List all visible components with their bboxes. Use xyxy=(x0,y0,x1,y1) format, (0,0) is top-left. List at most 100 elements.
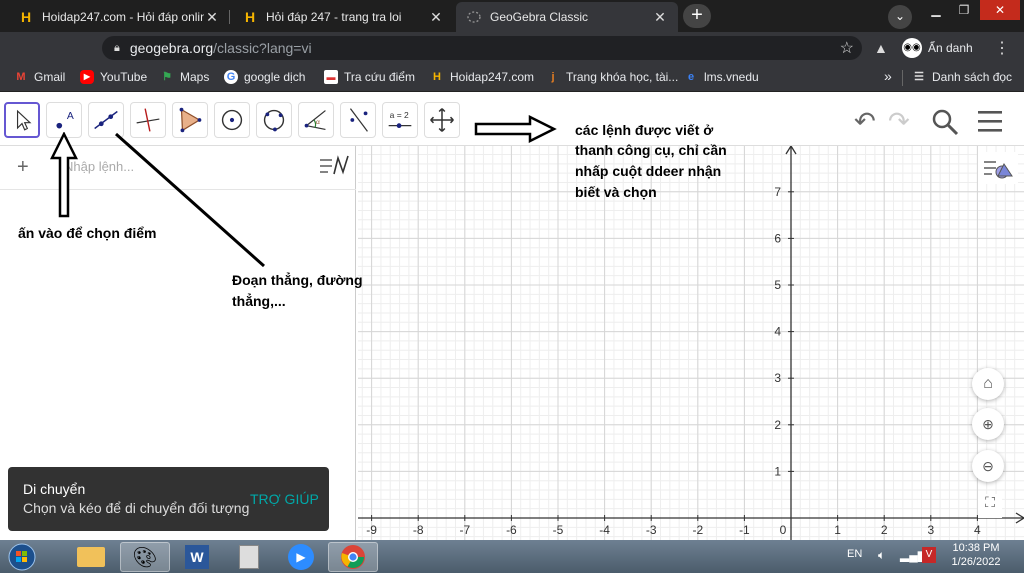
redo-icon[interactable]: ↷ xyxy=(888,106,910,137)
tool-move[interactable] xyxy=(4,102,40,138)
y-tick-label: 1 xyxy=(774,464,781,478)
bookmark-youtube[interactable]: ▶ YouTube xyxy=(80,70,147,84)
bookmark-maps[interactable]: ⚑ Maps xyxy=(160,70,209,84)
youtube-icon: ▶ xyxy=(80,70,94,84)
hoidap-icon: H xyxy=(20,9,32,25)
close-icon[interactable]: ✕ xyxy=(652,9,668,26)
language-indicator[interactable]: EN xyxy=(847,548,862,560)
new-tab-button[interactable]: + xyxy=(683,4,711,28)
extension-icon[interactable]: ▲ xyxy=(874,40,888,56)
svg-text:α: α xyxy=(316,119,320,126)
add-icon[interactable]: + xyxy=(17,156,29,179)
algebra-style-icon[interactable] xyxy=(318,152,352,180)
svg-text:a = 2: a = 2 xyxy=(390,110,409,120)
x-tick-label: -7 xyxy=(459,523,470,537)
star-icon[interactable]: ☆ xyxy=(840,38,854,58)
zoom-in-button[interactable]: ⊕ xyxy=(972,408,1004,440)
tool-reflect[interactable] xyxy=(340,102,376,138)
taskbar-chrome[interactable] xyxy=(328,542,378,572)
antivirus-icon[interactable]: V xyxy=(922,547,936,563)
tab-geogebra[interactable]: GeoGebra Classic ✕ xyxy=(456,2,678,32)
bookmark-label: Maps xyxy=(180,70,210,84)
address-bar-row: ← → ↻ 🔒︎ geogebra.org /classic?lang=vi ☆… xyxy=(0,32,1024,89)
bookmark-label: YouTube xyxy=(100,70,148,84)
taskbar-zoom[interactable]: ▶ xyxy=(276,542,326,572)
browser-tab-bar: H Hoidap247.com - Hỏi đáp online ✕ H Hỏi… xyxy=(0,0,1024,32)
profile-label: Ẩn danh xyxy=(928,41,973,55)
bookmark-label: lms.vnedu xyxy=(704,70,759,84)
bookmark-label: Tra cứu điểm xyxy=(344,70,415,84)
y-tick-label: 7 xyxy=(774,185,781,199)
tool-angle[interactable]: α xyxy=(298,102,334,138)
home-view-button[interactable]: ⌂ xyxy=(972,368,1004,400)
tool-move-graphics[interactable] xyxy=(424,102,460,138)
hamburger-menu-icon[interactable] xyxy=(976,109,1004,133)
reading-list[interactable]: ☰ Danh sách đọc xyxy=(912,70,1012,84)
x-tick-label: -8 xyxy=(413,523,424,537)
taskbar-file-explorer[interactable] xyxy=(66,542,116,572)
close-icon[interactable]: ✕ xyxy=(428,9,444,26)
tab-title: Hoidap247.com - Hỏi đáp online xyxy=(42,10,204,24)
y-tick-label: 3 xyxy=(774,371,781,385)
reflect-icon xyxy=(349,108,368,132)
bookmark-tra-cuu-diem[interactable]: ▬ Tra cứu điểm xyxy=(324,70,415,84)
undo-icon[interactable]: ↶ xyxy=(854,106,876,137)
bookmark-trang-khoa-hoc[interactable]: j Trang khóa học, tài... xyxy=(546,70,678,84)
bookmarks-more[interactable]: » xyxy=(884,68,892,84)
x-tick-label: -9 xyxy=(366,523,377,537)
annotation-commands-1: các lệnh được viết ở xyxy=(575,122,714,138)
y-tick-label: 5 xyxy=(774,278,781,292)
coordinate-grid[interactable]: -9 -8 -7 -6 -5 -4 -3 -2 -1 0 1 2 3 4 7 6 5 4 3 2 1 xyxy=(358,146,1024,542)
folder-icon xyxy=(77,547,105,567)
incognito-icon: ◉◉ xyxy=(902,38,922,58)
search-icon[interactable] xyxy=(930,108,962,136)
bookmark-hoidap247[interactable]: H Hoidap247.com xyxy=(430,70,534,84)
minimize-button[interactable]: ▁ xyxy=(922,0,950,20)
taskbar-paint[interactable]: 🎨︎ xyxy=(120,542,170,572)
graphics-view[interactable]: -9 -8 -7 -6 -5 -4 -3 -2 -1 0 1 2 3 4 7 6 5 4 3 2 1 ⌂ ⊕ ⊖ ⛶ xyxy=(358,146,1024,542)
restore-button[interactable]: ❐ xyxy=(950,0,978,20)
annotation-arrow-up xyxy=(50,132,78,218)
annotation-commands-4: biết và chọn xyxy=(575,184,657,200)
annotation-segment-2: thẳng,... xyxy=(232,293,286,309)
taskbar-calculator[interactable] xyxy=(224,542,274,572)
annotation-arrow-right xyxy=(474,115,557,143)
x-tick-label: 1 xyxy=(834,523,841,537)
x-tick-label: 3 xyxy=(927,523,934,537)
bookmarks-bar: M Gmail ▶ YouTube ⚑ Maps Ggoogle dịch ▬ Tra … xyxy=(0,64,1024,92)
url-bar[interactable]: 🔒︎ geogebra.org /classic?lang=vi ☆ xyxy=(102,36,862,60)
bookmark-lms-vnedu[interactable]: e lms.vnedu xyxy=(684,70,759,84)
clock[interactable]: 10:38 PM 1/26/2022 xyxy=(946,542,1006,568)
tool-slider[interactable]: a = 2 xyxy=(382,102,418,138)
x-tick-label: -2 xyxy=(692,523,703,537)
bookmark-google-dich[interactable]: Ggoogle dịch xyxy=(224,70,305,84)
incognito-profile-button[interactable]: ◉◉ Ẩn danh xyxy=(902,36,973,60)
tab-hoidap247[interactable]: H Hoidap247.com - Hỏi đáp online ✕ xyxy=(8,2,230,32)
reading-list-label: Danh sách đọc xyxy=(932,70,1013,84)
start-button[interactable] xyxy=(2,542,42,572)
tab-search-button[interactable]: ⌄ xyxy=(888,5,912,29)
zoom-out-button[interactable]: ⊖ xyxy=(972,450,1004,482)
bookmark-gmail[interactable]: M Gmail xyxy=(14,70,65,84)
volume-icon[interactable]: 🔈︎ xyxy=(878,548,885,563)
tool-help-toast: Di chuyển Chọn và kéo để di chuyển đối t… xyxy=(8,467,329,531)
y-tick-label: 4 xyxy=(774,325,781,339)
fullscreen-icon[interactable]: ⛶ xyxy=(978,494,1002,518)
paint-palette-icon: 🎨︎ xyxy=(132,546,158,569)
close-icon[interactable]: ✕ xyxy=(204,9,220,26)
graphics-style-icon xyxy=(984,161,1013,179)
help-button[interactable]: TRỢ GIÚP xyxy=(250,491,319,507)
close-window-button[interactable]: ✕ xyxy=(980,0,1020,20)
windows-taskbar: 🎨︎ W ▶ EN 🔈︎ ▂▄▆ V 10:38 PM 1/26/2022 xyxy=(0,540,1024,573)
x-tick-label: 4 xyxy=(974,523,981,537)
url-domain: geogebra.org xyxy=(129,40,214,56)
hoidap-icon: H xyxy=(244,9,256,25)
menu-kebab-icon[interactable]: ⋮ xyxy=(994,38,1010,58)
maps-icon: ⚑ xyxy=(162,71,172,83)
x-tick-label: -1 xyxy=(739,523,750,537)
y-tick-label: 2 xyxy=(774,418,781,432)
graphics-style-button[interactable] xyxy=(978,152,1018,184)
taskbar-word[interactable]: W xyxy=(172,542,222,572)
tab-hoidap-traloi[interactable]: H Hỏi đáp 247 - trang tra loi ✕ xyxy=(232,2,454,32)
x-tick-label: -6 xyxy=(506,523,517,537)
